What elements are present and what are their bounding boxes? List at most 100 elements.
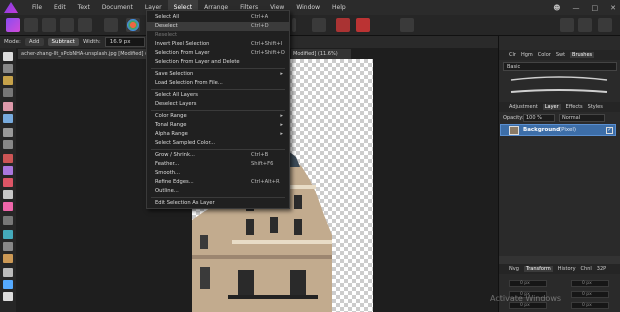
flood-select-icon[interactable] bbox=[3, 114, 13, 123]
healing-tool-icon[interactable] bbox=[3, 254, 13, 263]
maximize-icon[interactable]: □ bbox=[592, 4, 599, 12]
label: Tonal Range bbox=[155, 122, 187, 128]
tab-clr[interactable]: Clr bbox=[509, 52, 516, 58]
menu-item-selection-from-layer[interactable]: Selection From Layer Ctrl+Shift+O bbox=[147, 49, 289, 58]
user-icon[interactable]: ☻ bbox=[553, 4, 560, 12]
transform-y-field[interactable]: 0 px bbox=[571, 280, 609, 287]
persona-tonemap-icon[interactable] bbox=[60, 18, 74, 32]
menu-help[interactable]: Help bbox=[326, 0, 352, 15]
persona-liquify-icon[interactable] bbox=[24, 18, 38, 32]
toolbar bbox=[0, 15, 620, 36]
menu-item-feather[interactable]: Feather... Shift+F6 bbox=[147, 160, 289, 169]
quick-mask-icon[interactable] bbox=[336, 18, 350, 32]
order-back-icon[interactable] bbox=[578, 18, 592, 32]
persona-photo-icon[interactable] bbox=[6, 18, 20, 32]
pen-tool-icon[interactable] bbox=[3, 268, 13, 277]
tab-styles[interactable]: Styles bbox=[588, 104, 603, 110]
menu-item-select-all[interactable]: Select All Ctrl+A bbox=[147, 13, 289, 22]
shape-tool-icon[interactable] bbox=[3, 280, 13, 289]
tab-brushes[interactable]: Brushes bbox=[570, 52, 595, 58]
selection-brush-icon[interactable] bbox=[312, 18, 326, 32]
erase-tool-icon[interactable] bbox=[3, 190, 13, 199]
crop-tool-icon[interactable] bbox=[3, 76, 13, 85]
menu-item-invert-pixel-selection[interactable]: Invert Pixel Selection Ctrl+Shift+I bbox=[147, 40, 289, 49]
close-icon[interactable]: ✕ bbox=[610, 4, 616, 12]
document-tab-right[interactable]: Modified] (11.6%) bbox=[291, 49, 351, 59]
pixel-tool-icon[interactable] bbox=[3, 178, 13, 187]
menu-item-deselect[interactable]: Deselect Ctrl+D bbox=[147, 22, 289, 31]
transform-h-field[interactable]: 0 px bbox=[571, 291, 609, 298]
menu-item-alpha-range[interactable]: Alpha Range ▸ bbox=[147, 130, 289, 139]
clone-tool-icon[interactable] bbox=[3, 242, 13, 251]
tab-channels[interactable]: Chnl bbox=[581, 266, 592, 272]
menu-item-load-selection[interactable]: Load Selection From File... bbox=[147, 79, 289, 88]
menu-edit[interactable]: Edit bbox=[48, 0, 72, 15]
mode-add-button[interactable]: Add bbox=[24, 38, 44, 46]
blur-tool-icon[interactable] bbox=[3, 230, 13, 239]
minimize-icon[interactable]: — bbox=[573, 4, 580, 12]
brush-strokes-preview[interactable] bbox=[509, 74, 609, 98]
brush-category-select[interactable]: Basic bbox=[503, 62, 617, 71]
tab-effects[interactable]: Effects bbox=[566, 104, 583, 110]
paint-brush-tool-icon[interactable] bbox=[3, 154, 13, 163]
mode-subtract-button[interactable]: Subtract bbox=[47, 38, 79, 46]
document-tab[interactable]: acher-zhang-llt_sPcbNHA-unsplash.jpg [Mo… bbox=[18, 49, 146, 59]
menu-item-smooth[interactable]: Smooth... bbox=[147, 169, 289, 178]
menu-text[interactable]: Text bbox=[72, 0, 96, 15]
dodge-tool-icon[interactable] bbox=[3, 216, 13, 225]
menu-item-edit-selection-as-layer[interactable]: Edit Selection As Layer bbox=[147, 199, 289, 208]
tab-navigator[interactable]: Nvg bbox=[509, 266, 519, 272]
transform-s-field[interactable]: 0 px bbox=[571, 302, 609, 309]
menu-item-tonal-range[interactable]: Tonal Range ▸ bbox=[147, 121, 289, 130]
persona-export-icon[interactable] bbox=[78, 18, 92, 32]
opacity-field[interactable]: 100 % bbox=[523, 114, 555, 122]
tab-color[interactable]: Color bbox=[538, 52, 551, 58]
color-wheel-icon[interactable] bbox=[126, 18, 140, 32]
menu-item-color-range[interactable]: Color Range ▸ bbox=[147, 112, 289, 121]
refine-icon[interactable] bbox=[356, 18, 370, 32]
menu-item-save-selection[interactable]: Save Selection ▸ bbox=[147, 70, 289, 79]
transform-r-field[interactable]: 0 px bbox=[509, 302, 547, 309]
eyedropper-tool-icon[interactable] bbox=[3, 88, 13, 97]
tab-32p[interactable]: 32P bbox=[597, 266, 606, 272]
shortcut: Ctrl+Alt+R bbox=[251, 179, 280, 185]
tab-swt[interactable]: Swt bbox=[556, 52, 565, 58]
menu-window[interactable]: Window bbox=[290, 0, 326, 15]
width-field[interactable]: 16.9 px bbox=[104, 37, 145, 47]
menu-item-deselect-layers[interactable]: Deselect Layers bbox=[147, 100, 289, 109]
tab-adjustment[interactable]: Adjustment bbox=[509, 104, 538, 110]
view-tool-icon[interactable] bbox=[3, 64, 13, 73]
menu-item-select-all-layers[interactable]: Select All Layers bbox=[147, 91, 289, 100]
label: Deselect Layers bbox=[155, 101, 197, 107]
menu-item-reselect[interactable]: Reselect bbox=[147, 31, 289, 40]
tab-history[interactable]: History bbox=[558, 266, 576, 272]
blend-mode-select[interactable]: Normal bbox=[559, 114, 605, 122]
flood-fill-icon[interactable] bbox=[3, 202, 13, 211]
menu-item-select-sampled-color[interactable]: Select Sampled Color... bbox=[147, 139, 289, 148]
view-tool-icon[interactable] bbox=[104, 18, 118, 32]
move-tool-icon[interactable] bbox=[3, 52, 13, 61]
tab-layer[interactable]: Layer bbox=[542, 104, 561, 110]
bottom-panel-tabs: Nvg Transform History Chnl 32P bbox=[499, 264, 620, 274]
menu-document[interactable]: Document bbox=[96, 0, 139, 15]
menu-item-grow-shrink[interactable]: Grow / Shrink... Ctrl+B bbox=[147, 151, 289, 160]
snapping-icon[interactable] bbox=[560, 18, 574, 32]
transform-x-field[interactable]: 0 px bbox=[509, 280, 547, 287]
tab-hgm[interactable]: Hgm bbox=[521, 52, 533, 58]
color-replacement-icon[interactable] bbox=[3, 166, 13, 175]
text-tool-icon[interactable] bbox=[3, 292, 13, 301]
selection-brush-tool-icon[interactable] bbox=[3, 102, 13, 111]
persona-develop-icon[interactable] bbox=[42, 18, 56, 32]
tab-transform[interactable]: Transform bbox=[523, 266, 553, 272]
menu-file[interactable]: File bbox=[26, 0, 48, 15]
marquee-tool-icon[interactable] bbox=[3, 128, 13, 137]
layer-visibility-checkbox[interactable]: ✓ bbox=[606, 127, 613, 134]
width-label: Width: bbox=[82, 39, 101, 45]
lasso-tool-icon[interactable] bbox=[3, 140, 13, 149]
menu-item-selection-from-layer-delete[interactable]: Selection From Layer and Delete bbox=[147, 58, 289, 67]
menu-item-refine-edges[interactable]: Refine Edges... Ctrl+Alt+R bbox=[147, 178, 289, 187]
order-front-icon[interactable] bbox=[598, 18, 612, 32]
layer-row-background[interactable]: Background (Pixel) ✓ bbox=[500, 124, 616, 136]
menu-item-outline[interactable]: Outline... bbox=[147, 187, 289, 196]
brush-option-icon[interactable] bbox=[400, 18, 414, 32]
